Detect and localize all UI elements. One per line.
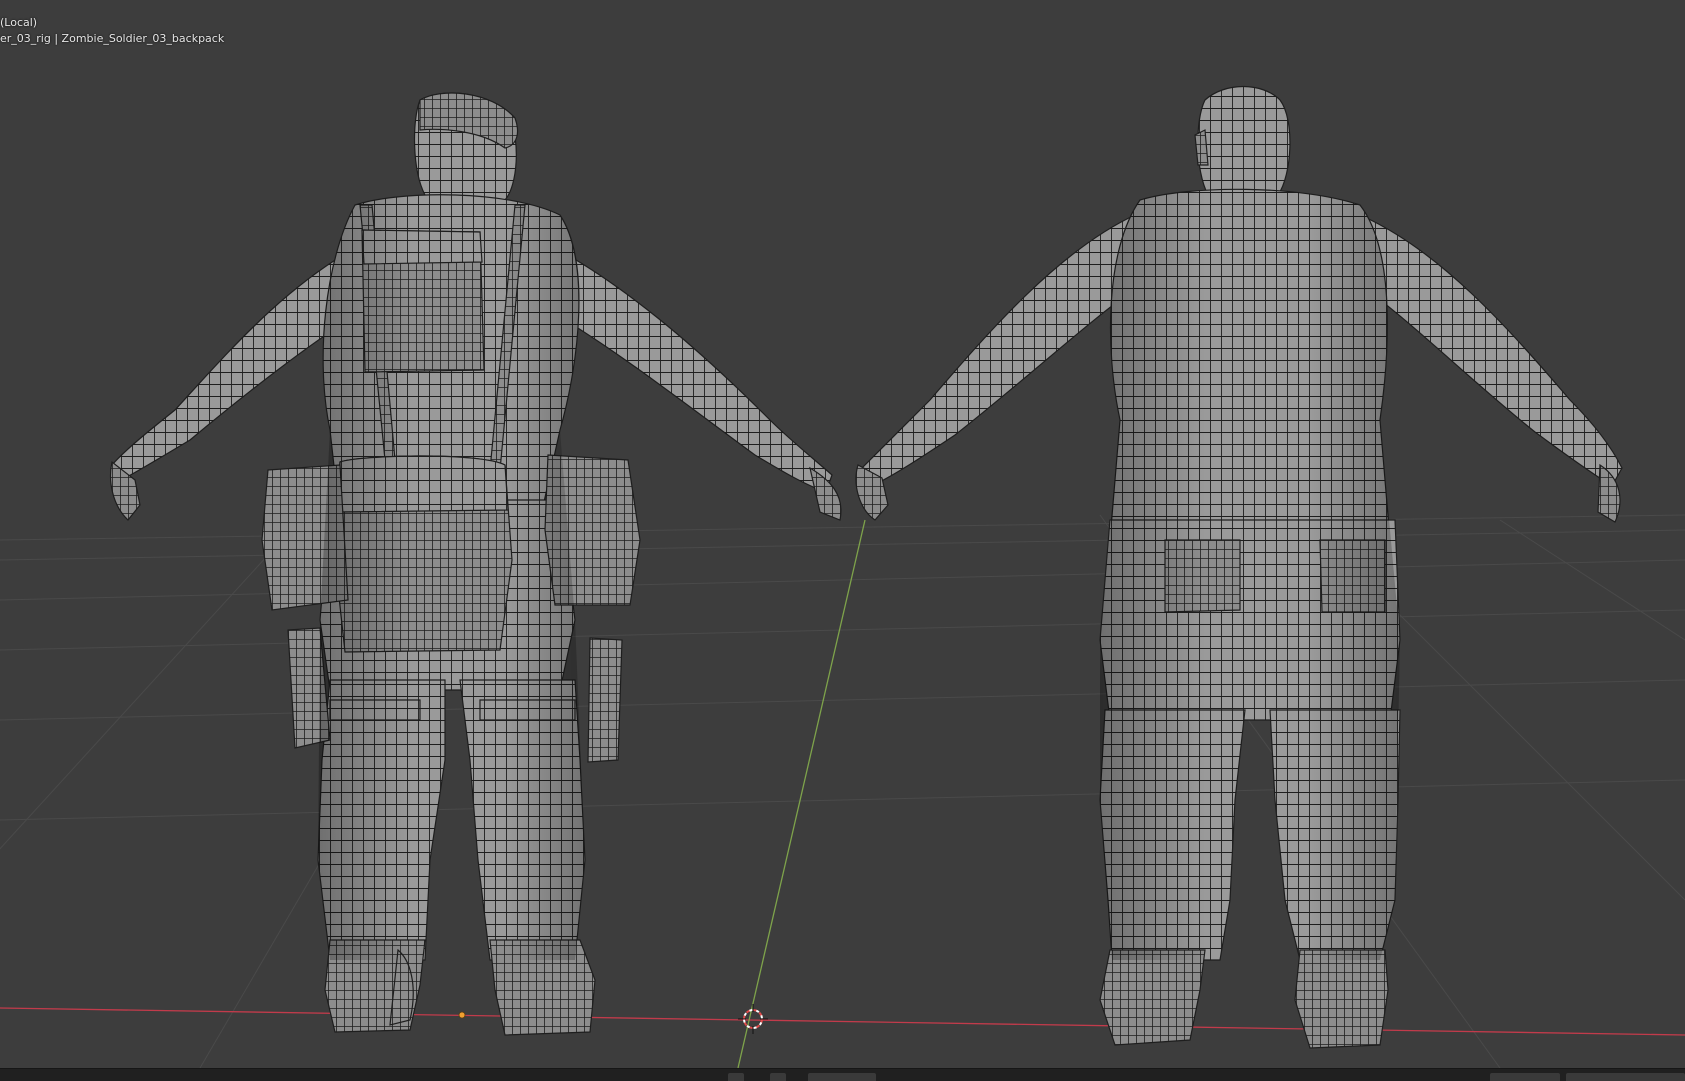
- soldier-with-backpack-mesh: [109, 92, 842, 1036]
- soldier-body-mesh: [855, 85, 1623, 1049]
- viewport-view-label: (Local): [0, 16, 38, 29]
- x-axis-line: [0, 1007, 1685, 1036]
- viewport-scene: [0, 85, 1685, 1068]
- viewport-object-label: er_03_rig | Zombie_Soldier_03_backpack: [0, 32, 225, 45]
- y-axis-line: [737, 519, 866, 1068]
- status-bar: [0, 1068, 1685, 1081]
- 3d-cursor-icon: [738, 1004, 768, 1034]
- origin-point-icon: [458, 1011, 466, 1019]
- 3d-viewport[interactable]: (Local) er_03_rig | Zombie_Soldier_03_ba…: [0, 0, 1685, 1068]
- floor-grid: [0, 514, 1685, 1068]
